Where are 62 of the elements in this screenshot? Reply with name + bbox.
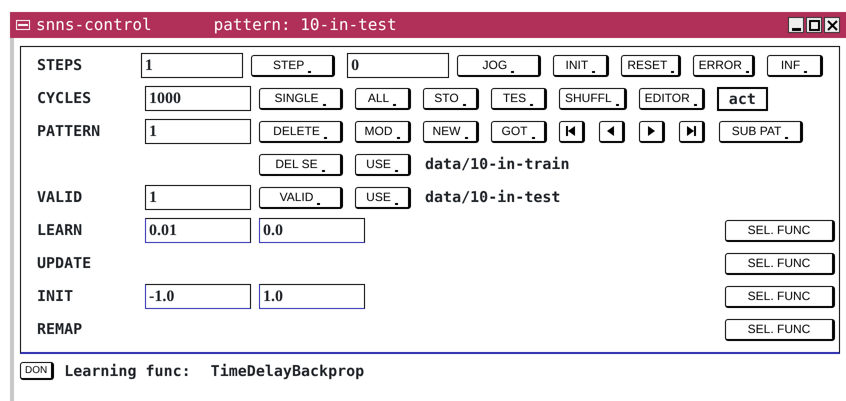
maximize-icon[interactable] <box>806 17 822 33</box>
input-field[interactable]: 0 <box>347 53 450 78</box>
toolbar-button[interactable]: USE <box>355 154 411 176</box>
row-label: STEPS <box>37 55 84 76</box>
toolbar-button[interactable]: ALL <box>355 88 411 110</box>
skip-end-button[interactable] <box>679 120 705 142</box>
file-path: data/10-in-train <box>425 154 570 176</box>
skip-start-icon <box>565 125 577 137</box>
status-label: Learning func: <box>64 361 191 382</box>
select-function-button[interactable]: SEL. FUNC <box>725 220 835 242</box>
toolbar-button[interactable]: INF <box>767 54 823 76</box>
next-icon <box>645 125 657 137</box>
input-field[interactable]: 0.0 <box>259 218 365 243</box>
done-button[interactable]: DON <box>20 362 54 380</box>
output-display: act <box>716 86 768 110</box>
select-function-button[interactable]: SEL. FUNC <box>725 318 835 340</box>
input-field[interactable]: -1.0 <box>145 284 251 309</box>
select-function-button[interactable]: SEL. FUNC <box>725 252 835 274</box>
row-label: INIT <box>37 286 74 308</box>
toolbar-button[interactable]: EDITOR <box>638 88 705 110</box>
toolbar-button[interactable]: DEL SE <box>259 154 343 176</box>
toolbar-button[interactable]: STO <box>423 88 479 110</box>
window-menu-icon[interactable] <box>16 20 30 30</box>
row-label: LEARN <box>37 220 84 242</box>
row-label: CYCLES <box>37 88 92 110</box>
input-field[interactable]: 1 <box>145 119 251 144</box>
window-subtitle: pattern: 10-in-test <box>214 14 397 36</box>
skip-end-icon <box>685 125 697 137</box>
previous-icon <box>605 125 617 137</box>
toolbar-button[interactable]: NEW <box>423 120 479 142</box>
file-path: data/10-in-test <box>425 187 560 208</box>
toolbar-button[interactable]: DELETE <box>259 120 343 142</box>
toolbar-button[interactable]: SUB PAT <box>719 120 803 142</box>
skip-start-button[interactable] <box>559 120 585 142</box>
toolbar-button[interactable]: SHUFFL <box>559 88 627 110</box>
input-field[interactable]: 1 <box>140 53 244 78</box>
toolbar-button[interactable]: VALID <box>259 186 343 208</box>
input-field[interactable]: 1.0 <box>259 284 365 309</box>
next-button[interactable] <box>639 120 665 142</box>
toolbar-button[interactable]: MOD <box>355 120 411 142</box>
toolbar-button[interactable]: TES <box>491 88 547 110</box>
status-value: TimeDelayBackprop <box>210 361 364 382</box>
toolbar-button[interactable]: RESET <box>621 54 681 76</box>
input-field[interactable]: 1000 <box>145 86 251 111</box>
toolbar-button[interactable]: JOG <box>457 54 542 76</box>
toolbar-button[interactable]: USE <box>355 186 411 208</box>
toolbar-button[interactable]: SINGLE <box>259 88 343 110</box>
input-field[interactable]: 1 <box>145 185 251 210</box>
row-label: REMAP <box>37 319 84 340</box>
toolbar-button[interactable]: INIT <box>553 54 610 76</box>
select-function-button[interactable]: SEL. FUNC <box>725 286 835 308</box>
toolbar-button[interactable]: STEP <box>251 54 336 76</box>
window-title: snns-control <box>36 14 152 36</box>
row-label: UPDATE <box>37 253 92 274</box>
minimize-icon[interactable] <box>788 17 804 33</box>
close-icon[interactable] <box>824 17 840 33</box>
toolbar-button[interactable]: GOT <box>491 120 547 142</box>
toolbar-button[interactable]: ERROR <box>692 54 755 76</box>
row-label: PATTERN <box>37 121 102 142</box>
row-label: VALID <box>37 187 84 208</box>
input-field[interactable]: 0.01 <box>145 218 251 243</box>
previous-button[interactable] <box>599 120 625 142</box>
